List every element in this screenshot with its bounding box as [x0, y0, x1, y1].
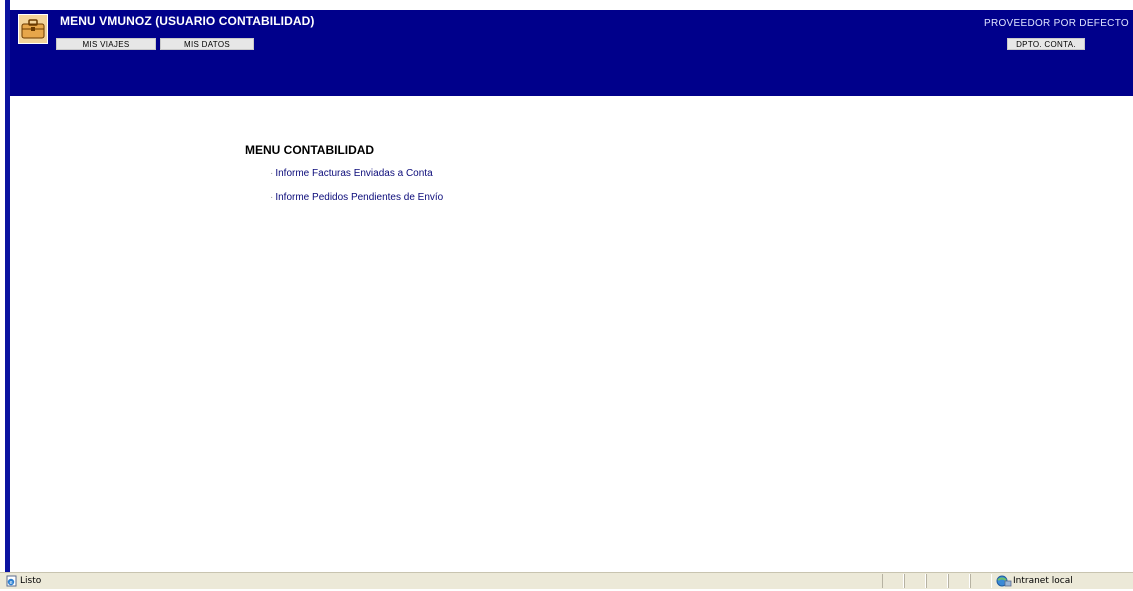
- informe-pedidos-label: Informe Pedidos Pendientes de Envío: [275, 192, 444, 203]
- bullet: ·: [270, 168, 274, 179]
- status-cell: [882, 574, 904, 588]
- suitcase-icon[interactable]: [18, 14, 48, 44]
- mis-viajes-button[interactable]: MIS VIAJES: [56, 38, 156, 50]
- informe-facturas-label: Informe Facturas Enviadas a Conta: [275, 168, 433, 179]
- status-cell: [948, 574, 970, 588]
- menu-title: MENU CONTABILIDAD: [245, 143, 375, 157]
- ie-page-icon: e: [6, 575, 18, 587]
- header-bar: MENU VMUNOZ (USUARIO CONTABILIDAD) MIS V…: [10, 10, 1133, 96]
- informe-facturas-link[interactable]: · Informe Facturas Enviadas a Conta: [270, 168, 433, 179]
- provider-label: PROVEEDOR POR DEFECTO: [983, 18, 1129, 29]
- svg-text:e: e: [9, 580, 12, 586]
- intranet-zone-label: Intranet local: [1013, 576, 1073, 586]
- status-bar: e Listo Intranet local: [0, 572, 1133, 589]
- status-cell: [970, 574, 992, 588]
- status-text: Listo: [20, 576, 42, 586]
- page-title: MENU VMUNOZ (USUARIO CONTABILIDAD): [60, 14, 315, 28]
- informe-pedidos-link[interactable]: · Informe Pedidos Pendientes de Envío: [270, 192, 443, 203]
- bullet: ·: [270, 192, 274, 203]
- status-cell: [926, 574, 948, 588]
- intranet-globe-icon: [996, 574, 1012, 588]
- dpto-conta-button[interactable]: DPTO. CONTA.: [1007, 38, 1085, 50]
- status-cell: [904, 574, 926, 588]
- browser-content: MENU VMUNOZ (USUARIO CONTABILIDAD) MIS V…: [0, 0, 1133, 572]
- mis-datos-button[interactable]: MIS DATOS: [160, 38, 254, 50]
